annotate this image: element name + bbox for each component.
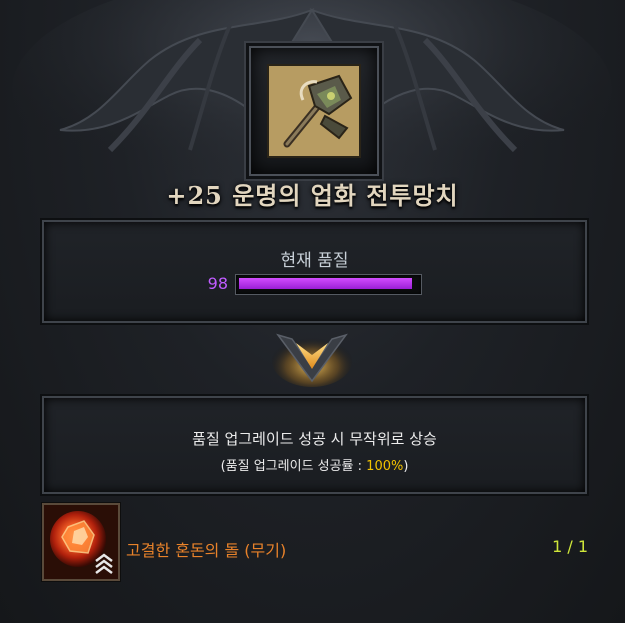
upgrade-rate-prefix: (품질 업그레이드 성공률 : [220, 459, 367, 474]
upgrade-info-panel: 품질 업그레이드 성공 시 무작위로 상승 (품질 업그레이드 성공률 : 10… [42, 396, 587, 494]
chaos-stone-icon[interactable] [42, 503, 120, 581]
upgrade-info-text: 품질 업그레이드 성공 시 무작위로 상승 [192, 430, 437, 448]
material-count: 1 / 1 [552, 537, 588, 556]
item-name: +25 운명의 업화 전투망치 [166, 181, 459, 210]
quality-panel-title: 현재 품질 [280, 251, 349, 271]
upgrade-rate-value: 100% [366, 459, 404, 474]
quality-bar [235, 274, 422, 295]
warhammer-icon[interactable] [267, 64, 361, 158]
material-name: 고결한 혼돈의 돌 (무기) [126, 541, 287, 560]
upgrade-rate-suffix: ) [403, 459, 409, 474]
chevron-down-icon [272, 333, 352, 387]
upgrade-rate-text: (품질 업그레이드 성공률 : 100%) [44, 455, 585, 474]
quality-panel: 현재 품질 [42, 220, 587, 323]
quality-value: 98 [207, 274, 228, 293]
quality-bar-fill [239, 278, 412, 289]
